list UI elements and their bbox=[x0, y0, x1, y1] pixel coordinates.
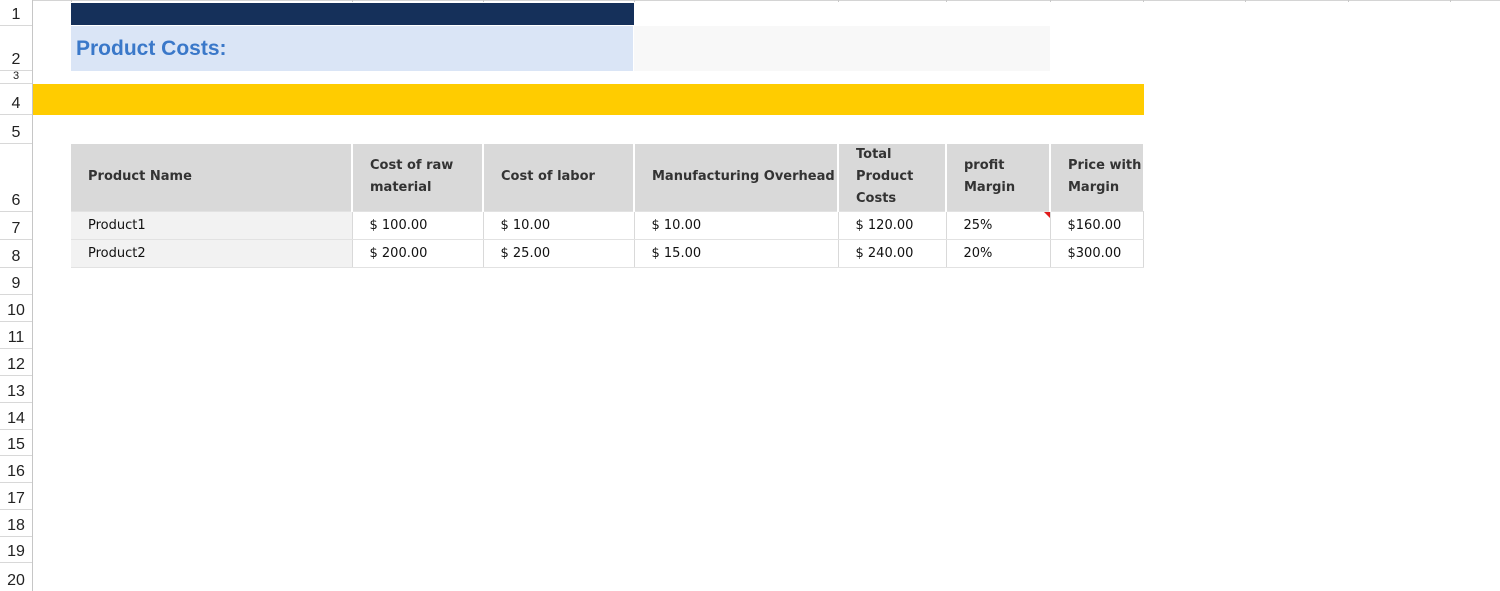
column-divider bbox=[1050, 0, 1051, 2]
header-product-name[interactable]: Product Name bbox=[71, 144, 353, 211]
product-costs-table: Product Name Cost of raw material Cost o… bbox=[71, 144, 1144, 268]
column-divider bbox=[1450, 0, 1451, 2]
cell-price-with-margin[interactable]: $160.00 bbox=[1050, 210, 1144, 240]
column-divider bbox=[1143, 0, 1144, 2]
row-header-11[interactable]: 11 bbox=[0, 322, 32, 349]
row-header-12[interactable]: 12 bbox=[0, 349, 32, 376]
title-extension-cell[interactable] bbox=[634, 26, 1050, 71]
spreadsheet-sheet: 1 2 3 4 5 6 7 8 9 10 11 12 13 14 15 16 1… bbox=[0, 0, 1500, 591]
row-header-9[interactable]: 9 bbox=[0, 268, 32, 295]
row-header-20[interactable]: 20 bbox=[0, 563, 32, 591]
row-header-10[interactable]: 10 bbox=[0, 295, 32, 322]
cell-total-costs[interactable]: $ 240.00 bbox=[838, 239, 947, 268]
cell-product-name[interactable]: Product2 bbox=[71, 239, 353, 268]
row-header-14[interactable]: 14 bbox=[0, 403, 32, 430]
column-divider bbox=[1348, 0, 1349, 2]
page-title: Product Costs: bbox=[76, 36, 227, 60]
table-header-row: Product Name Cost of raw material Cost o… bbox=[71, 144, 1143, 211]
column-divider bbox=[352, 0, 353, 2]
row-header-6[interactable]: 6 bbox=[0, 144, 32, 212]
header-profit-margin[interactable]: profit Margin bbox=[946, 144, 1051, 211]
cell-raw-material[interactable]: $ 200.00 bbox=[352, 239, 484, 268]
header-price-with-margin[interactable]: Price with Margin bbox=[1050, 144, 1143, 211]
cell-raw-material[interactable]: $ 100.00 bbox=[352, 210, 484, 240]
cell-price-with-margin[interactable]: $300.00 bbox=[1050, 239, 1144, 268]
row-header-7[interactable]: 7 bbox=[0, 212, 32, 240]
cell-labor[interactable]: $ 10.00 bbox=[483, 210, 635, 240]
header-cost-raw-material[interactable]: Cost of raw material bbox=[352, 144, 484, 211]
table-row: Product1 $ 100.00 $ 10.00 $ 10.00 $ 120.… bbox=[71, 210, 1144, 240]
column-divider bbox=[946, 0, 947, 2]
sheet-top-border bbox=[0, 0, 1500, 1]
cell-overhead[interactable]: $ 10.00 bbox=[634, 210, 839, 240]
row-header-3[interactable]: 3 bbox=[0, 71, 32, 84]
row-header-8[interactable]: 8 bbox=[0, 240, 32, 268]
cell-profit-margin[interactable]: 20% bbox=[946, 239, 1051, 268]
header-total-product-costs[interactable]: Total Product Costs bbox=[838, 144, 947, 211]
column-divider bbox=[71, 0, 72, 2]
cell-overhead[interactable]: $ 15.00 bbox=[634, 239, 839, 268]
title-cell[interactable]: Product Costs: bbox=[71, 26, 633, 71]
column-divider bbox=[634, 0, 635, 2]
cell-profit-margin[interactable]: 25% bbox=[946, 210, 1051, 240]
navy-header-bar[interactable] bbox=[71, 3, 634, 25]
column-divider bbox=[483, 0, 484, 2]
cell-profit-margin-value: 25% bbox=[963, 217, 993, 233]
cell-total-costs[interactable]: $ 120.00 bbox=[838, 210, 947, 240]
row-header-15[interactable]: 15 bbox=[0, 430, 32, 456]
row-header-16[interactable]: 16 bbox=[0, 456, 32, 483]
column-divider bbox=[838, 0, 839, 2]
row-header-17[interactable]: 17 bbox=[0, 483, 32, 510]
yellow-divider-bar[interactable] bbox=[33, 84, 1144, 115]
cell-labor[interactable]: $ 25.00 bbox=[483, 239, 635, 268]
row-header-2[interactable]: 2 bbox=[0, 26, 32, 71]
row-header-18[interactable]: 18 bbox=[0, 510, 32, 537]
comment-indicator-icon[interactable] bbox=[1043, 211, 1050, 218]
row-header-13[interactable]: 13 bbox=[0, 376, 32, 403]
row-header-column: 1 2 3 4 5 6 7 8 9 10 11 12 13 14 15 16 1… bbox=[0, 0, 33, 591]
row-header-19[interactable]: 19 bbox=[0, 537, 32, 563]
row-header-1[interactable]: 1 bbox=[0, 0, 32, 26]
cell-product-name[interactable]: Product1 bbox=[71, 210, 353, 240]
column-divider bbox=[1245, 0, 1246, 2]
table-row: Product2 $ 200.00 $ 25.00 $ 15.00 $ 240.… bbox=[71, 239, 1144, 268]
row-header-5[interactable]: 5 bbox=[0, 115, 32, 144]
header-cost-labor[interactable]: Cost of labor bbox=[483, 144, 635, 211]
row-header-4[interactable]: 4 bbox=[0, 84, 32, 115]
header-manufacturing-overhead[interactable]: Manufacturing Overhead bbox=[634, 144, 839, 211]
